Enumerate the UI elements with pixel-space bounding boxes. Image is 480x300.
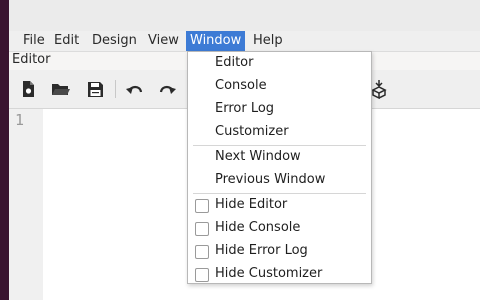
hide-editor-checkbox[interactable] (195, 199, 209, 213)
menu-view[interactable]: View (144, 31, 183, 51)
window-menu-dropdown: Editor Console Error Log Customizer Next… (187, 51, 372, 284)
menu-item-hide-console[interactable]: Hide Console (215, 217, 300, 239)
menu-item-next-window[interactable]: Next Window (215, 146, 301, 168)
open-folder-icon (52, 84, 70, 95)
undo-button[interactable] (123, 78, 147, 100)
new-file-icon (23, 81, 34, 97)
menu-item-editor[interactable]: Editor (215, 52, 253, 74)
line-number: 1 (15, 111, 25, 129)
menu-help[interactable]: Help (249, 31, 287, 51)
line-number-gutter: 1 (9, 109, 43, 300)
title-bar (9, 0, 480, 31)
menu-bar: File Edit Design View Window Help (9, 31, 480, 52)
hide-customizer-checkbox[interactable] (195, 268, 209, 282)
menu-item-hide-error-log[interactable]: Hide Error Log (215, 240, 308, 262)
cube-icon (371, 80, 387, 99)
hide-error-log-checkbox[interactable] (195, 245, 209, 259)
save-icon (87, 81, 103, 97)
menu-item-error-log[interactable]: Error Log (215, 98, 274, 120)
save-button[interactable] (83, 78, 107, 100)
menu-item-hide-editor[interactable]: Hide Editor (215, 194, 287, 216)
undo-icon (126, 85, 143, 94)
menu-item-previous-window[interactable]: Previous Window (215, 169, 325, 191)
open-file-button[interactable] (49, 78, 73, 100)
hide-console-checkbox[interactable] (195, 222, 209, 236)
menu-edit[interactable]: Edit (50, 31, 83, 51)
new-file-button[interactable] (16, 78, 40, 100)
menu-item-hide-customizer[interactable]: Hide Customizer (215, 263, 322, 285)
toolbar-separator (115, 80, 116, 98)
menu-file[interactable]: File (19, 31, 49, 51)
menu-design[interactable]: Design (88, 31, 141, 51)
menu-item-customizer[interactable]: Customizer (215, 121, 289, 143)
menu-item-console[interactable]: Console (215, 75, 267, 97)
editor-panel-title: Editor (12, 52, 51, 67)
redo-button[interactable] (155, 78, 179, 100)
redo-icon (159, 85, 176, 94)
menu-window[interactable]: Window (186, 31, 246, 51)
